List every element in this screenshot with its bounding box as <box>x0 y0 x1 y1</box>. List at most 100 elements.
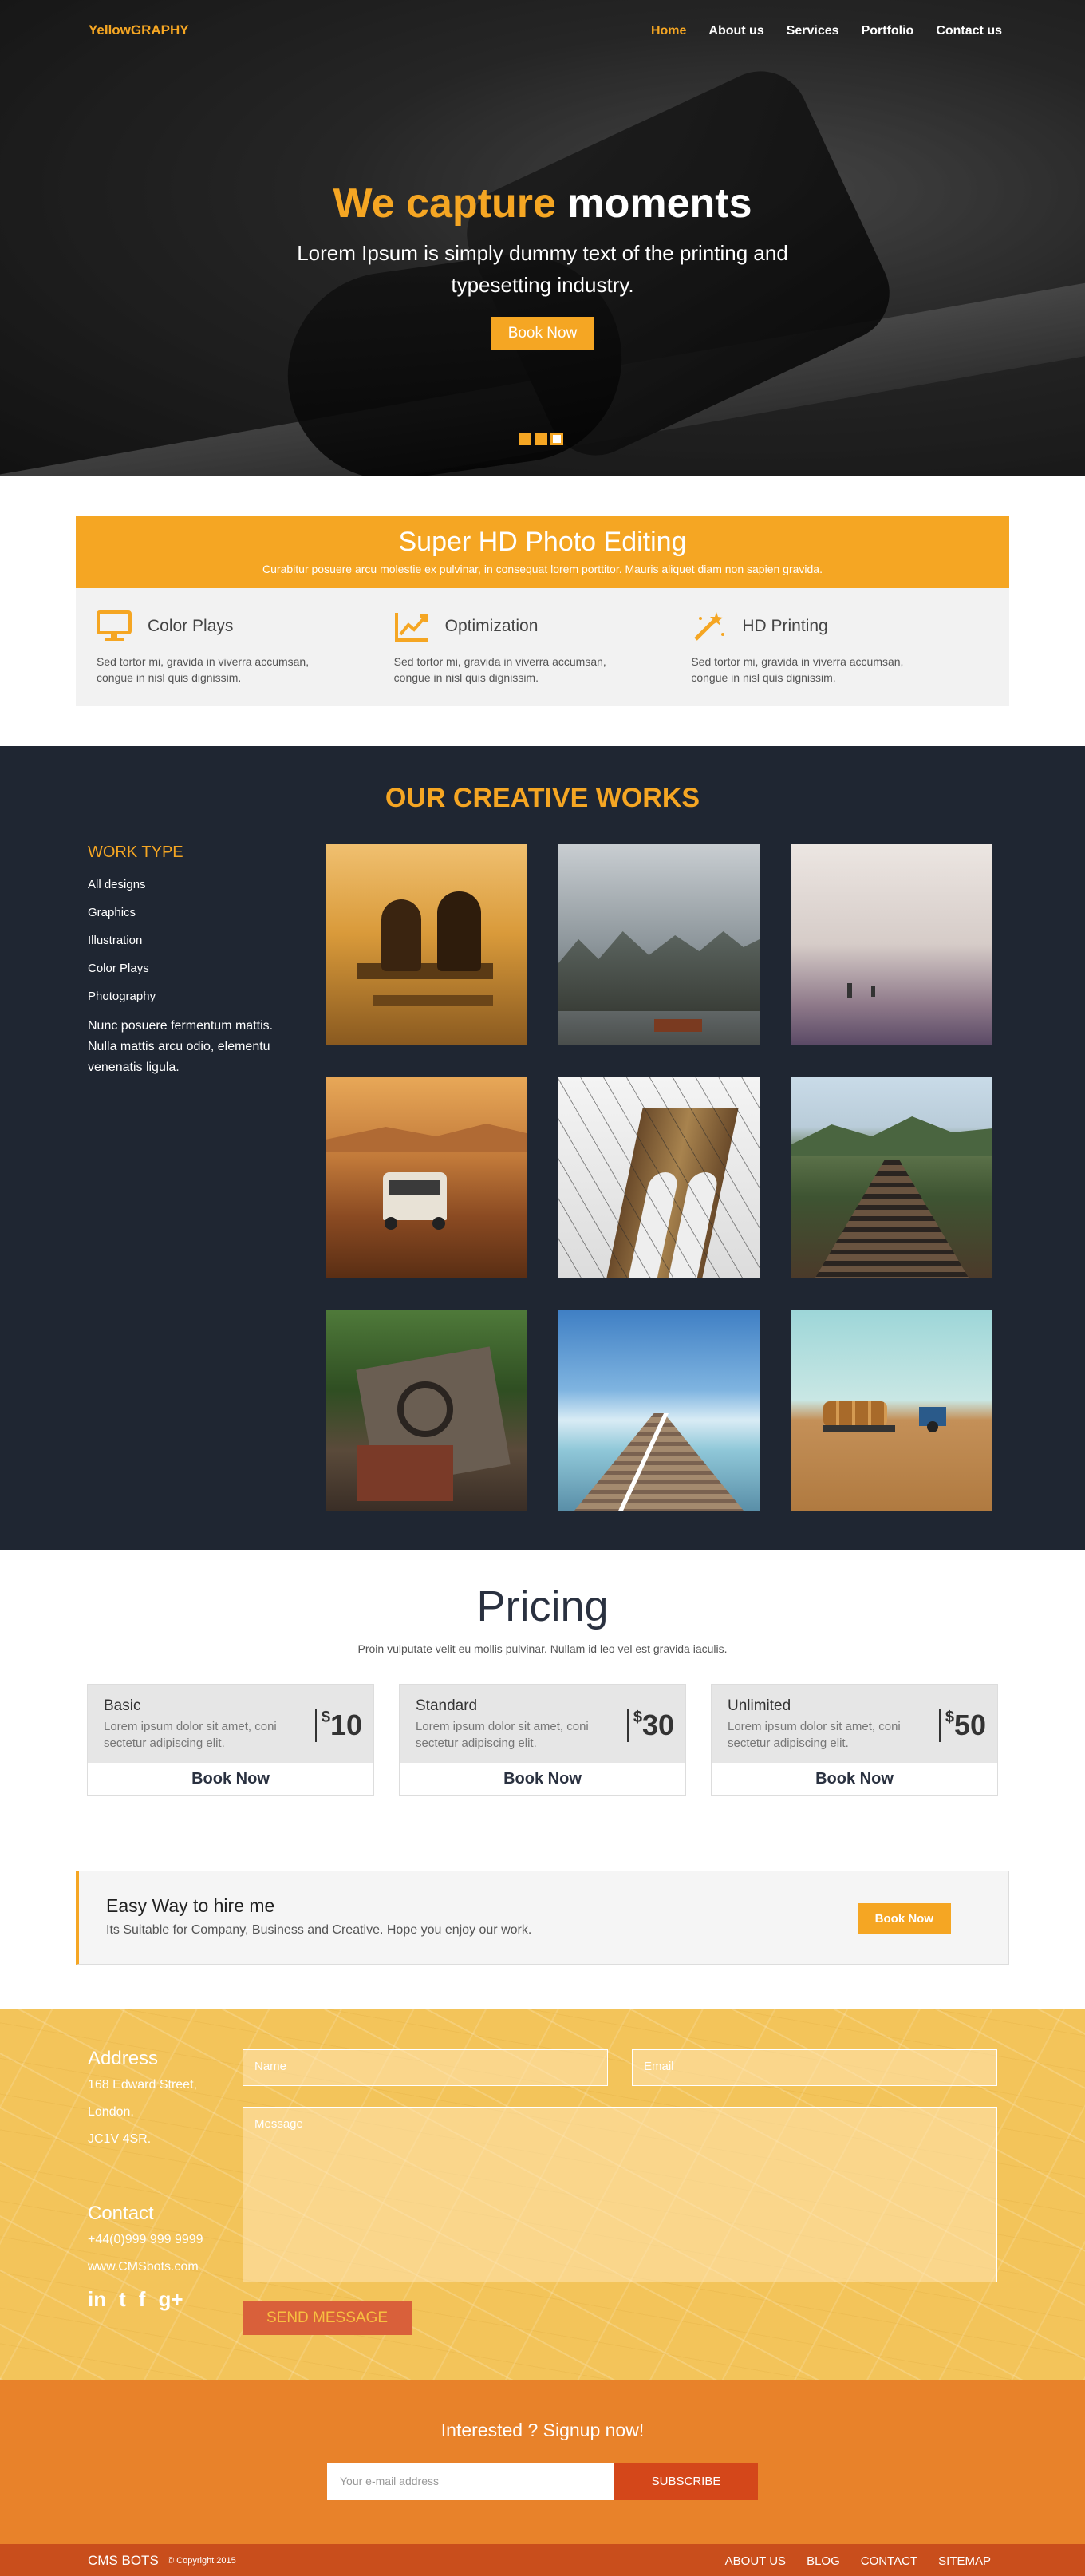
footer-links: ABOUT US BLOG CONTACT SITEMAP <box>725 2554 991 2568</box>
hire-book-now-button[interactable]: Book Now <box>857 1903 951 1934</box>
footer-link-blog[interactable]: BLOG <box>807 2554 840 2568</box>
pricing-section: Pricing Proin vulputate velit eu mollis … <box>0 1550 1085 1796</box>
feature-item: HD Printing Sed tortor mi, gravida in vi… <box>691 610 988 685</box>
portfolio-image-misty-forest[interactable] <box>558 844 760 1045</box>
chart-icon <box>394 613 428 642</box>
footer-link-sitemap[interactable]: SITEMAP <box>938 2554 991 2568</box>
contact-heading: Contact <box>88 2203 154 2224</box>
features-banner: Super HD Photo Editing Curabitur posuere… <box>76 516 1009 588</box>
footer-link-contact[interactable]: CONTACT <box>861 2554 917 2568</box>
plan-price: $50 <box>938 1709 986 1742</box>
portfolio-image-desert-van[interactable] <box>326 1077 527 1278</box>
plan-desc: Lorem ipsum dolor sit amet, coni sectetu… <box>416 1720 589 1750</box>
feature-desc: Sed tortor mi, gravida in viverra accums… <box>97 655 310 684</box>
google-plus-icon[interactable]: g+ <box>158 2287 183 2312</box>
pricing-card: Basic Lorem ipsum dolor sit amet, coni s… <box>87 1684 374 1796</box>
work-type-sidebar: WORK TYPE All designs Graphics Illustrat… <box>88 844 295 1078</box>
hire-callout: Easy Way to hire me Its Suitable for Com… <box>76 1871 1009 1965</box>
features-section: Super HD Photo Editing Curabitur posuere… <box>76 516 1009 706</box>
portfolio-image-abandoned-truck[interactable] <box>326 1310 527 1511</box>
slider-dot-1[interactable] <box>519 433 531 445</box>
work-type-heading: WORK TYPE <box>88 844 183 861</box>
portfolio-image-bridge[interactable] <box>558 1077 760 1278</box>
pricing-plans: Basic Lorem ipsum dolor sit amet, coni s… <box>87 1684 998 1796</box>
subscribe-button[interactable]: SUBSCRIBE <box>614 2463 758 2500</box>
plan-desc: Lorem ipsum dolor sit amet, coni sectetu… <box>104 1720 277 1750</box>
nav-home[interactable]: Home <box>651 24 686 38</box>
work-blurb: Nunc posuere fermentum mattis. Nulla mat… <box>88 1019 274 1074</box>
contact-phone: +44(0)999 999 9999 <box>88 2233 203 2246</box>
works-title: OUR CREATIVE WORKS <box>385 783 700 813</box>
features-subtitle: Curabitur posuere arcu molestie ex pulvi… <box>262 563 823 575</box>
hero-title: We capture moments <box>0 180 1085 227</box>
signup-section: Interested ? Signup now! Your e-mail add… <box>0 2380 1085 2544</box>
portfolio-gallery <box>326 844 992 1511</box>
nav-contact-us[interactable]: Contact us <box>936 24 1002 38</box>
nav-portfolio[interactable]: Portfolio <box>862 24 914 38</box>
plan-price: $30 <box>626 1709 674 1742</box>
magic-wand-icon <box>694 612 725 641</box>
feature-name: Color Plays <box>148 617 234 635</box>
footer-copyright: © Copyright 2015 <box>168 2556 236 2566</box>
signup-email-input[interactable]: Your e-mail address <box>327 2463 614 2500</box>
hero-title-rest: moments <box>567 180 752 227</box>
signup-form: Your e-mail address SUBSCRIBE <box>0 2463 1085 2500</box>
signup-title: Interested ? Signup now! <box>440 2420 645 2440</box>
site-logo[interactable]: YellowGRAPHY <box>89 22 189 38</box>
filter-color-plays[interactable]: Color Plays <box>88 962 295 975</box>
hire-subtitle: Its Suitable for Company, Business and C… <box>106 1923 532 1937</box>
hero-content: We capture moments Lorem Ipsum is simply… <box>0 180 1085 350</box>
portfolio-image-railway[interactable] <box>791 1077 992 1278</box>
name-field[interactable]: Name <box>243 2049 608 2086</box>
pricing-card: Unlimited Lorem ipsum dolor sit amet, co… <box>711 1684 998 1796</box>
feature-name: Optimization <box>444 617 539 635</box>
filter-illustration[interactable]: Illustration <box>88 934 295 947</box>
portfolio-image-bench-couple[interactable] <box>326 844 527 1045</box>
plan-book-now-button[interactable]: Book Now <box>400 1763 685 1795</box>
social-links: in t f g+ <box>88 2287 239 2312</box>
site-footer: CMS BOTS © Copyright 2015 ABOUT US BLOG … <box>0 2544 1085 2576</box>
facebook-icon[interactable]: f <box>139 2287 146 2312</box>
send-message-button[interactable]: SEND MESSAGE <box>243 2301 412 2335</box>
plan-book-now-button[interactable]: Book Now <box>88 1763 373 1795</box>
filter-photography[interactable]: Photography <box>88 990 295 1003</box>
features-row: Color Plays Sed tortor mi, gravida in vi… <box>76 588 1009 706</box>
message-field[interactable]: Message <box>243 2107 997 2282</box>
feature-desc: Sed tortor mi, gravida in viverra accums… <box>691 655 904 684</box>
hero-title-accent: We capture <box>333 180 556 227</box>
plan-desc: Lorem ipsum dolor sit amet, coni sectetu… <box>728 1720 901 1750</box>
hero-section: YellowGRAPHY Home About us Services Port… <box>0 0 1085 476</box>
pricing-card: Standard Lorem ipsum dolor sit amet, con… <box>399 1684 686 1796</box>
footer-link-about-us[interactable]: ABOUT US <box>725 2554 786 2568</box>
works-section: OUR CREATIVE WORKS WORK TYPE All designs… <box>0 746 1085 1550</box>
nav-services[interactable]: Services <box>787 24 839 38</box>
twitter-icon[interactable]: t <box>119 2287 126 2312</box>
feature-item: Color Plays Sed tortor mi, gravida in vi… <box>97 610 394 685</box>
feature-item: Optimization Sed tortor mi, gravida in v… <box>394 610 692 685</box>
slider-dot-2[interactable] <box>535 433 547 445</box>
contact-section: Address 168 Edward Street, London, JC1V … <box>0 2009 1085 2380</box>
email-field[interactable]: Email <box>632 2049 997 2086</box>
footer-brand[interactable]: CMS BOTS <box>88 2553 159 2569</box>
monitor-icon <box>97 610 132 641</box>
linkedin-icon[interactable]: in <box>88 2287 106 2312</box>
contact-website[interactable]: www.CMSbots.com <box>88 2260 239 2274</box>
portfolio-image-pier[interactable] <box>558 1310 760 1511</box>
slider-dots <box>519 433 563 445</box>
hire-title: Easy Way to hire me <box>106 1895 275 1916</box>
nav-about-us[interactable]: About us <box>708 24 763 38</box>
slider-dot-3[interactable] <box>550 433 563 445</box>
plan-price: $10 <box>314 1709 362 1742</box>
work-filter-list: All designs Graphics Illustration Color … <box>88 878 295 1003</box>
hero-book-now-button[interactable]: Book Now <box>490 317 595 350</box>
contact-info: Address 168 Edward Street, London, JC1V … <box>88 2048 239 2312</box>
portfolio-image-misty-beach[interactable] <box>791 844 992 1045</box>
feature-desc: Sed tortor mi, gravida in viverra accums… <box>393 655 606 684</box>
plan-book-now-button[interactable]: Book Now <box>712 1763 997 1795</box>
filter-all-designs[interactable]: All designs <box>88 878 295 891</box>
portfolio-image-hay-bales[interactable] <box>791 1310 992 1511</box>
address-line: 168 Edward Street, <box>88 2078 197 2092</box>
features-title: Super HD Photo Editing <box>398 527 687 557</box>
hero-subtitle: Lorem Ipsum is simply dummy text of the … <box>297 241 788 297</box>
filter-graphics[interactable]: Graphics <box>88 906 295 919</box>
